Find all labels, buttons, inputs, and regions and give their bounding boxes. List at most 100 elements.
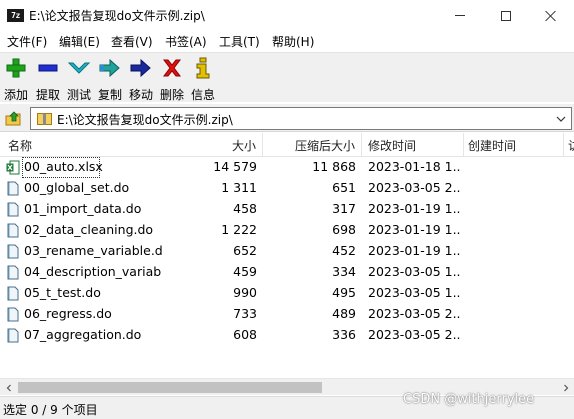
file-row[interactable]: 07_aggregation.do 608 336 2023-03-05 2..… bbox=[0, 325, 574, 346]
file-name: 00_auto.xlsx bbox=[24, 159, 103, 174]
watermark: CSDN @withjerrylee bbox=[403, 392, 535, 407]
move-arrow-icon bbox=[130, 58, 151, 78]
excel-file-icon bbox=[6, 160, 20, 175]
scroll-thumb[interactable] bbox=[18, 382, 322, 393]
file-name: 07_aggregation.do bbox=[24, 327, 142, 342]
file-modified: 2023-01-19 1... bbox=[368, 201, 461, 216]
scroll-left-button[interactable] bbox=[0, 379, 17, 396]
file-name: 04_description_variab... bbox=[24, 264, 162, 279]
info-button[interactable]: 信息 bbox=[187, 57, 219, 102]
column-modified[interactable]: 修改时间 bbox=[368, 137, 416, 154]
chevron-down-icon[interactable] bbox=[553, 110, 569, 127]
delete-button[interactable]: 删除 bbox=[156, 57, 188, 102]
file-row[interactable]: 00_auto.xlsx 14 579 11 868 2023-01-18 1.… bbox=[0, 157, 574, 178]
file-packed-size: 11 868 bbox=[312, 159, 356, 174]
document-file-icon bbox=[7, 286, 19, 301]
extract-label: 提取 bbox=[35, 88, 60, 102]
menu-bookmarks[interactable]: 书签(A) bbox=[165, 33, 207, 50]
document-file-icon bbox=[7, 244, 19, 259]
close-icon bbox=[545, 10, 557, 22]
column-packed-size[interactable]: 压缩后大小 bbox=[295, 137, 355, 154]
maximize-button[interactable] bbox=[483, 0, 529, 31]
scroll-right-button[interactable] bbox=[557, 379, 574, 396]
file-name: 01_import_data.do bbox=[24, 201, 142, 216]
selection-status: 选定 0 / 9 个项目 bbox=[3, 403, 98, 417]
7zip-app-icon: 7z bbox=[7, 9, 24, 22]
info-icon bbox=[196, 57, 210, 79]
address-path: E:\论文报告复现do文件示例.zip\ bbox=[57, 113, 233, 127]
file-modified: 2023-03-05 1... bbox=[368, 285, 461, 300]
column-accessed[interactable]: 访 bbox=[568, 137, 574, 154]
toolbar: 添加 提取 测试 复制 移动 删除 信息 bbox=[0, 52, 574, 102]
file-size: 652 bbox=[233, 243, 257, 258]
address-bar: E:\论文报告复现do文件示例.zip\ bbox=[0, 104, 574, 132]
file-size: 1 311 bbox=[221, 180, 257, 195]
extract-button[interactable]: 提取 bbox=[32, 57, 64, 102]
check-icon bbox=[67, 62, 91, 74]
file-modified: 2023-03-05 2... bbox=[368, 306, 461, 321]
copy-button[interactable]: 复制 bbox=[94, 57, 126, 102]
column-divider[interactable] bbox=[563, 133, 564, 157]
test-label: 测试 bbox=[66, 88, 91, 102]
menu-view[interactable]: 查看(V) bbox=[111, 33, 153, 50]
add-button[interactable]: 添加 bbox=[0, 57, 32, 102]
copy-label: 复制 bbox=[97, 88, 122, 102]
menu-bar: 文件(F) 编辑(E) 查看(V) 书签(A) 工具(T) 帮助(H) bbox=[0, 31, 574, 51]
menu-file[interactable]: 文件(F) bbox=[7, 33, 47, 50]
file-packed-size: 489 bbox=[332, 306, 356, 321]
file-list: 00_auto.xlsx 14 579 11 868 2023-01-18 1.… bbox=[0, 157, 574, 377]
minus-icon bbox=[38, 64, 58, 72]
column-size[interactable]: 大小 bbox=[232, 137, 256, 154]
move-label: 移动 bbox=[128, 88, 153, 102]
file-size: 733 bbox=[233, 306, 257, 321]
menu-help[interactable]: 帮助(H) bbox=[272, 33, 314, 50]
document-file-icon bbox=[7, 202, 19, 217]
minimize-icon bbox=[455, 15, 465, 16]
file-size: 458 bbox=[233, 201, 257, 216]
file-modified: 2023-03-05 2... bbox=[368, 327, 461, 342]
document-file-icon bbox=[7, 265, 19, 280]
file-row[interactable]: 05_t_test.do 990 495 2023-03-05 1... bbox=[0, 283, 574, 304]
file-packed-size: 317 bbox=[332, 201, 356, 216]
file-name: 05_t_test.do bbox=[24, 285, 101, 300]
file-packed-size: 651 bbox=[332, 180, 356, 195]
document-file-icon bbox=[7, 328, 19, 343]
delete-label: 删除 bbox=[159, 88, 184, 102]
file-packed-size: 336 bbox=[332, 327, 356, 342]
menu-edit[interactable]: 编辑(E) bbox=[59, 33, 100, 50]
close-button[interactable] bbox=[528, 0, 574, 31]
file-packed-size: 495 bbox=[332, 285, 356, 300]
add-label: 添加 bbox=[3, 88, 28, 102]
column-divider[interactable] bbox=[262, 133, 263, 157]
document-file-icon bbox=[7, 223, 19, 238]
file-row[interactable]: 06_regress.do 733 489 2023-03-05 2... bbox=[0, 304, 574, 325]
copy-arrow-icon bbox=[99, 58, 120, 78]
delete-x-icon bbox=[163, 59, 181, 77]
file-modified: 2023-03-05 1... bbox=[368, 264, 461, 279]
title-bar: 7z E:\论文报告复现do文件示例.zip\ bbox=[0, 0, 574, 31]
minimize-button[interactable] bbox=[437, 0, 483, 31]
address-input[interactable]: E:\论文报告复现do文件示例.zip\ bbox=[30, 107, 572, 130]
folder-up-icon[interactable] bbox=[4, 108, 24, 128]
chevron-right-icon bbox=[563, 384, 568, 391]
menu-tools[interactable]: 工具(T) bbox=[219, 33, 260, 50]
file-row[interactable]: 02_data_cleaning.do 1 222 698 2023-01-19… bbox=[0, 220, 574, 241]
file-size: 608 bbox=[233, 327, 257, 342]
file-packed-size: 334 bbox=[332, 264, 356, 279]
file-row[interactable]: 03_rename_variable.do 652 452 2023-01-19… bbox=[0, 241, 574, 262]
file-row[interactable]: 04_description_variab... 459 334 2023-03… bbox=[0, 262, 574, 283]
move-button[interactable]: 移动 bbox=[125, 57, 157, 102]
file-packed-size: 452 bbox=[332, 243, 356, 258]
column-name[interactable]: 名称 bbox=[8, 137, 32, 154]
file-row[interactable]: 00_global_set.do 1 311 651 2023-03-05 2.… bbox=[0, 178, 574, 199]
file-name: 00_global_set.do bbox=[24, 180, 130, 195]
column-divider[interactable] bbox=[361, 133, 362, 157]
column-divider[interactable] bbox=[463, 133, 464, 157]
file-modified: 2023-01-19 1... bbox=[368, 222, 461, 237]
file-size: 14 579 bbox=[213, 159, 257, 174]
test-button[interactable]: 测试 bbox=[63, 57, 95, 102]
column-created[interactable]: 创建时间 bbox=[468, 137, 516, 154]
maximize-icon bbox=[501, 10, 511, 21]
file-row[interactable]: 01_import_data.do 458 317 2023-01-19 1..… bbox=[0, 199, 574, 220]
file-packed-size: 698 bbox=[332, 222, 356, 237]
